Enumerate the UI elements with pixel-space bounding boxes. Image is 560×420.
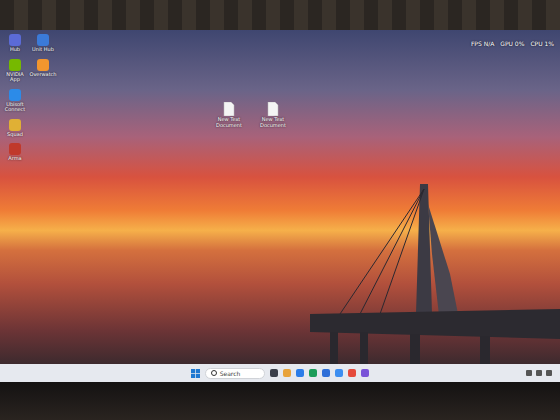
document-icon [223, 102, 235, 116]
screen: HubUnit HubNVIDIA AppOverwatchUbisoft Co… [0, 30, 560, 382]
tray-icon[interactable] [526, 370, 532, 376]
app-icon [9, 143, 21, 155]
photo-of-monitor: HubUnit HubNVIDIA AppOverwatchUbisoft Co… [0, 0, 560, 420]
monitor-bezel [0, 382, 560, 420]
desktop-icon[interactable]: NVIDIA App [3, 59, 27, 83]
pinned-app-icon[interactable] [296, 369, 304, 377]
pier-silhouette [300, 164, 560, 364]
desktop: HubUnit HubNVIDIA AppOverwatchUbisoft Co… [0, 30, 560, 364]
pinned-app-icon[interactable] [270, 369, 278, 377]
desktop-icons: HubUnit HubNVIDIA AppOverwatchUbisoft Co… [3, 34, 55, 162]
desktop-icon[interactable]: Unit Hub [31, 34, 55, 53]
desktop-icon[interactable]: Ubisoft Connect [3, 89, 27, 113]
pinned-app-icon[interactable] [322, 369, 330, 377]
perf-stat: CPU 1% [530, 40, 554, 47]
desktop-files: New Text Document New Text Document [214, 102, 288, 128]
taskbar-center: Search [191, 368, 370, 379]
taskbar: Search [0, 364, 560, 382]
pinned-app-icon[interactable] [309, 369, 317, 377]
icon-row: Arma [3, 143, 55, 162]
icon-row: NVIDIA AppOverwatch [3, 59, 55, 83]
search-box[interactable]: Search [205, 368, 266, 379]
text-file[interactable]: New Text Document [258, 102, 288, 128]
perf-stat: GPU 0% [500, 40, 524, 47]
desktop-icon[interactable]: Overwatch [31, 59, 55, 83]
text-file[interactable]: New Text Document [214, 102, 244, 128]
desktop-icon[interactable]: Arma [3, 143, 27, 162]
search-icon [211, 370, 217, 376]
pinned-app-icon[interactable] [283, 369, 291, 377]
tray-icon[interactable] [546, 370, 552, 376]
pinned-app-icon[interactable] [348, 369, 356, 377]
icon-row: Ubisoft Connect [3, 89, 55, 113]
desktop-icon[interactable]: Squad [3, 119, 27, 138]
app-icon [9, 119, 21, 131]
pinned-app-icon[interactable] [361, 369, 369, 377]
document-icon [267, 102, 279, 116]
tray-icon[interactable] [536, 370, 542, 376]
app-icon [9, 59, 21, 71]
wall [0, 0, 560, 30]
icon-row: Squad [3, 119, 55, 138]
system-tray [526, 364, 552, 382]
app-icon [9, 89, 21, 101]
app-icon [37, 59, 49, 71]
app-icon [9, 34, 21, 46]
perf-overlay: FPS N/A GPU 0% CPU 1% [471, 40, 554, 47]
app-icon [37, 34, 49, 46]
desktop-icon[interactable]: Hub [3, 34, 27, 53]
icon-row: HubUnit Hub [3, 34, 55, 53]
pinned-app-icon[interactable] [335, 369, 343, 377]
windows-logo-icon[interactable] [191, 369, 200, 378]
perf-stat: FPS N/A [471, 40, 494, 47]
